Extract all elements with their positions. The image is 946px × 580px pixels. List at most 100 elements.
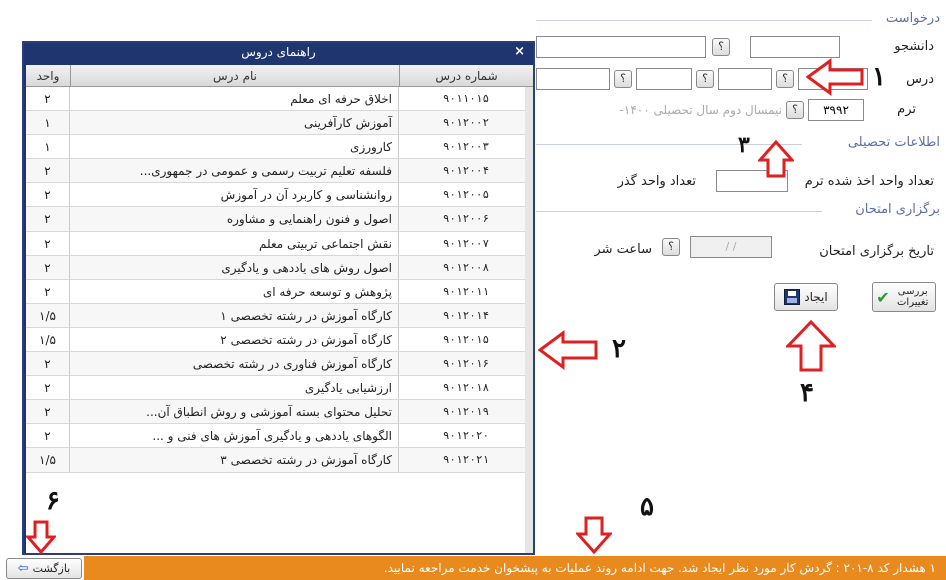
close-icon[interactable]: × [514,43,525,61]
course-name-cell: اصول روش های یاددهی و یادگیری [70,255,399,279]
table-row[interactable]: ۲ ارزشیابی یادگیری ۹۰۱۲۰۱۸ [26,376,533,401]
course-table: واحد نام درس شماره درس ۲ اخلاق حرفه ای مع… [26,65,533,553]
course-unit-cell: ۱/۵ [26,448,70,472]
course-name-cell: پژوهش و توسعه حرفه ای [70,279,399,303]
table-row[interactable]: ۲ اخلاق حرفه ای معلم ۹۰۱۱۰۱۵ [26,87,533,112]
section-request-title: درخواست [881,11,944,26]
course-name-cell: کارگاه آموزش در رشته تخصصی ۲ [70,327,399,352]
student-input[interactable] [750,36,840,58]
section-exam-title: برگزاری امتحان [851,202,944,217]
annotation-arrow-left-icon [806,58,864,96]
course-code-cell: ۹۰۱۲۰۱۶ [442,357,490,371]
course-name-cell: کارورزی [70,135,399,159]
column-name[interactable]: نام درس [70,65,399,86]
column-unit[interactable]: واحد [26,65,70,86]
annotation-arrow-up-icon [758,140,794,178]
scrollbar[interactable] [525,87,533,553]
course-section-input[interactable] [636,68,692,90]
course-unit-cell: ۲ [26,159,70,183]
units-taken-label: تعداد واحد اخذ شده ترم [804,174,934,189]
course-code-cell: ۹۰۱۲۰۰۷ [442,236,490,250]
units-passed-label: تعداد واحد گذر [617,174,696,189]
annotation-number-2: ۲ [612,334,626,364]
table-row[interactable]: ۲ پژوهش و توسعه حرفه ای ۹۰۱۲۰۱۱ [26,279,533,304]
course-code-cell: ۹۰۱۲۰۰۳ [442,140,490,154]
table-row[interactable]: ۲ فلسفه تعلیم تربیت رسمی و عمومی در جمهور… [26,159,533,184]
checkmark-icon: ✔ [876,287,890,307]
term-label: ترم [897,102,916,117]
dialog-title: راهنمای دروس [241,45,316,59]
course-code-cell: ۹۰۱۲۰۱۸ [442,381,490,395]
course-group-input[interactable] [718,68,772,90]
review-changes-button[interactable]: ✔ بررسی تغییرات [872,282,936,312]
course-code-cell: ۹۰۱۲۰۲۰ [442,429,490,443]
annotation-number-3: ۳ [738,132,750,158]
annotation-arrow-up-icon [786,320,836,372]
column-code[interactable]: شماره درس [399,65,533,86]
course-code-cell: ۹۰۱۲۰۱۵ [442,332,490,346]
course-unit-cell: ۱ [26,135,70,159]
course-name-cell: فلسفه تعلیم تربیت رسمی و عمومی در جمهوری… [70,159,399,183]
student-label: دانشجو [894,39,934,54]
back-button[interactable]: ⇦ بازگشت [6,558,82,579]
exam-time-label: ساعت شر [594,242,652,257]
course-code-cell: ۹۰۱۲۰۱۱ [442,284,490,298]
table-row[interactable]: ۲ تحلیل محتوای بسته آموزشی و روش انطباق آ… [26,400,533,425]
course-name-cell: نقش اجتماعی تربیتی معلم [70,231,399,255]
course-code-cell: ۹۰۱۲۰۱۹ [442,405,490,419]
table-row[interactable]: ۲ اصول و فنون راهنمایی و مشاوره ۹۰۱۲۰۰۶ [26,207,533,232]
course-unit-cell: ۱ [26,111,70,135]
course-unit-cell: ۲ [26,255,70,279]
course-name-cell: اخلاق حرفه ای معلم [70,87,399,111]
exam-date-input[interactable]: / / [690,236,772,258]
exam-date-picker-button[interactable]: ؟ [662,238,680,256]
course-unit-cell: ۱/۵ [26,327,70,352]
table-row[interactable]: ۲ اصول روش های یاددهی و یادگیری ۹۰۱۲۰۰۸ [26,255,533,280]
status-message: ۱ هشدار کد ۸-۲۰۱ : گردش کار مورد نظر ایج… [84,556,946,580]
course-code-cell: ۹۰۱۱۰۱۵ [442,92,490,105]
course-lookup-button[interactable]: ؟ [776,70,794,88]
dialog-titlebar: راهنمای دروس × [24,43,533,61]
course-unit-cell: ۱/۵ [26,303,70,327]
annotation-number-1: ۱ [872,62,886,92]
table-row[interactable]: ۱/۵ کارگاه آموزش در رشته تخصصی ۲ ۹۰۱۲۰۱۵ [26,327,533,353]
table-row[interactable]: ۲ کارگاه آموزش فناوری در رشته تخصصی ۹۰۱۲۰۱… [26,352,533,377]
course-code-cell: ۹۰۱۲۰۰۴ [442,164,490,178]
course-name-cell: کارگاه آموزش در رشته تخصصی ۳ [70,448,399,472]
course-section-lookup-button[interactable]: ؟ [614,70,632,88]
course-code-cell: ۹۰۱۲۰۰۵ [442,188,490,202]
course-unit-cell: ۲ [26,352,70,376]
table-body: ۲ اخلاق حرفه ای معلم ۹۰۱۱۰۱۵ ۱ آموزش کارآفری… [26,87,533,473]
table-row[interactable]: ۲ نقش اجتماعی تربیتی معلم ۹۰۱۲۰۰۷ [26,231,533,256]
annotation-arrow-down-icon [576,516,612,554]
course-group-lookup-button[interactable]: ؟ [696,70,714,88]
term-lookup-button[interactable]: ؟ [786,101,804,119]
course-label: درس [906,72,934,87]
annotation-arrow-down-icon [26,520,56,554]
review-changes-label: بررسی تغییرات [897,286,929,308]
table-row[interactable]: ۱ کارورزی ۹۰۱۲۰۰۳ [26,135,533,160]
table-row[interactable]: ۲ الگوهای یاددهی و یادگیری آموزش های فنی … [26,424,533,449]
student-lookup-button[interactable]: ؟ [712,38,730,56]
back-button-label: بازگشت [32,562,71,575]
table-row[interactable]: ۱ آموزش کارآفرینی ۹۰۱۲۰۰۲ [26,111,533,136]
term-input[interactable]: ۳۹۹۲ [808,99,864,121]
student-name-field [536,36,706,58]
annotation-arrow-left-icon [538,330,598,370]
course-guide-dialog: راهنمای دروس × واحد نام درس شماره درس ۲ا… [22,41,535,555]
course-name-cell: الگوهای یاددهی و یادگیری آموزش های فنی و… [70,424,399,448]
course-name-cell: تحلیل محتوای بسته آموزشی و روش انطباق آن… [70,400,399,424]
course-extra-input[interactable] [536,68,610,90]
course-code-cell: ۹۰۱۲۰۰۲ [442,116,490,130]
table-row[interactable]: ۱/۵ کارگاه آموزش در رشته تخصصی ۱ ۹۰۱۲۰۱۴ [26,303,533,328]
table-row[interactable]: ۱/۵ کارگاه آموزش در رشته تخصصی ۳ ۹۰۱۲۰۲۱ [26,448,533,473]
section-academic-title: اطلاعات تحصیلی [843,135,944,150]
create-button-label: ایجاد [804,290,828,304]
annotation-number-5: ۵ [640,492,654,522]
course-name-cell: روانشناسی و کاربرد آن در آموزش [70,183,399,207]
course-name-cell: ارزشیابی یادگیری [70,376,399,400]
course-code-cell: ۹۰۱۲۰۱۴ [442,308,490,322]
table-row[interactable]: ۲ روانشناسی و کاربرد آن در آموزش ۹۰۱۲۰۰۵ [26,183,533,208]
create-button[interactable]: ایجاد [774,283,838,311]
section-divider [536,20,872,21]
